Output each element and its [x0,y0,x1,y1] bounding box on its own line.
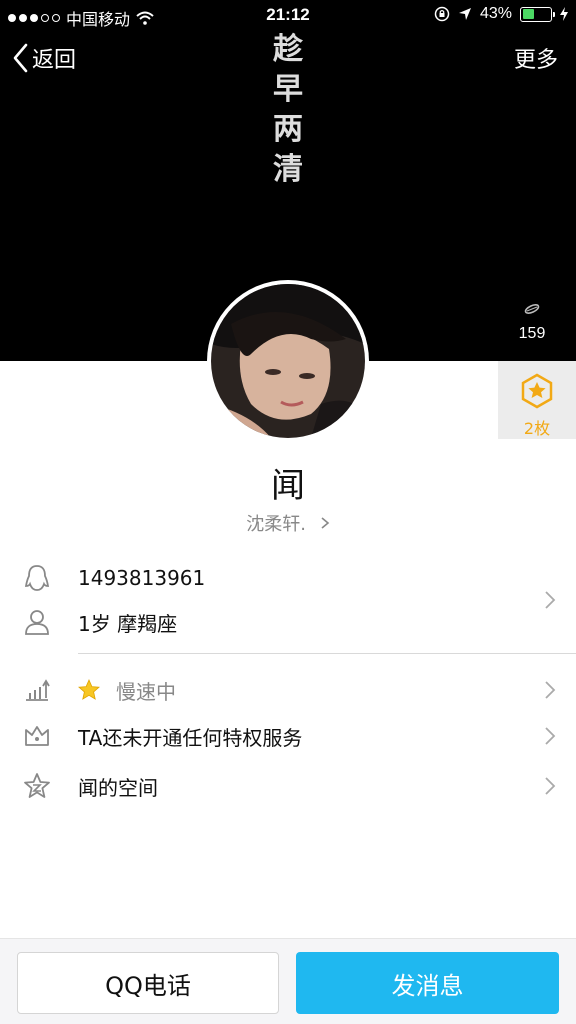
privilege-text: TA还未开通任何特权服务 [78,725,303,750]
avatar[interactable] [207,280,369,442]
divider [78,653,576,654]
lips-icon [524,304,540,314]
like-button[interactable]: 159 [512,300,552,343]
chevron-right-icon [545,777,556,795]
more-button[interactable]: 更多 [514,42,558,74]
rotation-lock-icon [434,6,450,22]
qq-call-button[interactable]: QQ电话 [17,952,279,1014]
send-message-button[interactable]: 发消息 [296,952,559,1014]
remark-link[interactable]: 沈柔轩. [0,510,576,536]
chevron-right-icon [545,591,556,609]
calligraphy-char: 两 [273,112,303,147]
chevron-left-icon [13,43,28,73]
qzone-text: 闻的空间 [78,775,158,800]
age-sign-row[interactable]: 1岁 摩羯座 [0,600,576,644]
person-icon [22,607,52,637]
medal-count: 2枚 [523,419,551,438]
bottom-action-bar: QQ电话 发消息 [0,938,576,1024]
back-button[interactable]: 返回 [12,42,76,74]
nav-bar: 返回 更多 [0,38,576,82]
qq-number-row[interactable]: 1493813961 [0,556,576,600]
calligraphy-char: 清 [273,152,303,187]
location-icon [458,8,471,20]
level-status: 慢速中 [78,676,176,705]
medal-badge[interactable]: 2枚 [498,361,576,439]
battery-icon [520,6,555,22]
profile-name: 闻 [271,466,305,506]
charging-icon [560,7,568,21]
remark-text: 沈柔轩. [246,514,306,535]
back-label: 返回 [32,48,77,73]
chevron-right-icon [545,727,556,745]
battery-level [522,9,535,19]
like-count: 159 [518,325,546,342]
growth-chart-icon [22,675,52,705]
avatar-photo [211,284,365,438]
profile-screen: 趁 早 两 清 159 中国移动 21:12 43% 返回 更多 2枚 闻 沈柔… [0,0,576,1024]
privilege-row[interactable]: TA还未开通任何特权服务 [0,714,576,758]
qq-number: 1493813961 [78,566,206,590]
age-sign: 1岁 摩羯座 [78,611,178,636]
star-icon [78,679,100,700]
penguin-icon [22,563,52,593]
chevron-right-icon [321,517,329,529]
status-bar: 中国移动 21:12 43% [0,0,576,30]
qzone-row[interactable]: 闻的空间 [0,764,576,808]
level-text: 慢速中 [116,679,176,704]
battery-percent: 43% [479,5,512,22]
chevron-right-icon [545,681,556,699]
level-row[interactable]: 慢速中 [0,668,576,712]
qzone-star-icon [22,771,52,801]
crown-icon [22,721,52,751]
medal-star-icon [521,373,553,409]
